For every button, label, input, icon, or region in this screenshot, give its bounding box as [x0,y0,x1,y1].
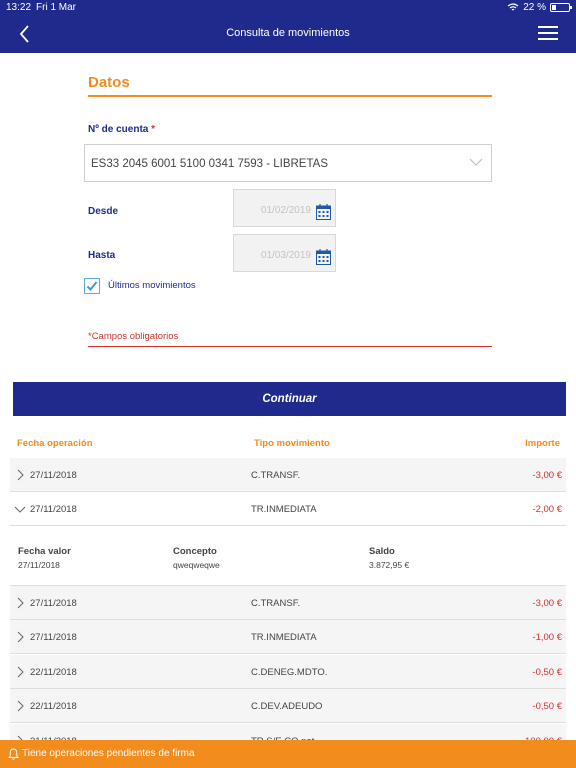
battery-level [552,5,556,10]
value-date: 27/11/2018 [18,560,60,570]
section-title: Datos [88,74,130,91]
table-row[interactable]: 27/11/2018 C.TRANSF. -3,00 € [10,458,566,492]
account-select[interactable]: ES33 2045 6001 5100 0341 7593 - LIBRETAS [84,144,492,182]
table-row[interactable]: 27/11/2018 C.TRANSF. -3,00 € [10,586,566,620]
status-right: 22 % [507,2,572,13]
calendar-icon[interactable] [316,204,331,220]
table-row[interactable]: 27/11/2018 TR.INMEDIATA -1,00 € [10,620,566,654]
account-select-value: ES33 2045 6001 5100 0341 7593 - LIBRETAS [91,158,328,170]
section-divider [88,95,492,97]
battery-percent: 22 % [523,2,546,13]
row-amount: -1,00 € [532,632,562,643]
from-label: Desde [88,206,119,217]
table-row[interactable]: 22/11/2018 C.DENEG.MDTO. -0,50 € [10,655,566,689]
chevron-right-icon [17,469,24,481]
row-date: 27/11/2018 [30,504,77,515]
row-amount: -3,00 € [532,470,562,481]
required-mark: * [151,124,156,135]
row-detail: Fecha valor 27/11/2018 Concepto qweqweqw… [10,527,566,586]
chevron-down-icon [14,506,26,513]
last-movements-checkbox[interactable] [84,278,100,294]
to-label: Hasta [88,250,116,261]
pending-signature-banner[interactable]: Tiene operaciones pendientes de firma [0,740,576,768]
balance-label: Saldo [369,546,395,557]
chevron-down-icon [469,158,483,166]
table-row[interactable]: 27/11/2018 TR.INMEDIATA -2,00 € [10,492,566,526]
page-title: Consulta de movimientos [226,27,350,39]
row-date: 27/11/2018 [30,632,77,643]
to-date-field[interactable]: 01/03/2019 [233,234,336,272]
chevron-right-icon [17,666,24,678]
wifi-icon [507,3,519,11]
battery-tip [570,6,572,9]
app-header: Consulta de movimientos [0,16,576,53]
row-type: C.DENEG.MDTO. [251,667,328,678]
table-row[interactable]: 22/11/2018 C.DEV.ADEUDO -0,50 € [10,689,566,723]
row-date: 22/11/2018 [30,667,77,678]
calendar-icon[interactable] [316,249,331,265]
last-movements-label: Últimos movimientos [108,280,196,291]
row-date: 27/11/2018 [30,598,77,609]
hamburger-icon[interactable] [538,26,558,42]
bell-icon [8,748,19,760]
row-amount: -0,50 € [532,701,562,712]
continue-button[interactable]: Continuar [13,382,566,416]
header-type: Tipo movimiento [254,438,330,449]
chevron-right-icon [17,631,24,643]
row-type: C.TRANSF. [251,470,301,481]
balance-value: 3.872,95 € [369,560,410,570]
battery-icon [550,3,572,12]
required-note-divider [88,346,492,347]
row-type: C.TRANSF. [251,598,301,609]
row-amount: -3,00 € [532,598,562,609]
value-date-label: Fecha valor [18,546,71,557]
checkmark-icon [86,281,98,291]
concept-value: qweqweqwe [173,560,220,570]
header-amount: Importe [525,438,560,449]
account-label: Nº de cuenta * [88,124,155,135]
row-type: TR.INMEDIATA [251,632,317,643]
row-type: TR.INMEDIATA [251,504,317,515]
account-label-text: Nº de cuenta [88,124,149,135]
status-time: 13:22 [6,2,32,13]
chevron-right-icon [17,700,24,712]
chevron-right-icon [17,597,24,609]
table-header: Fecha operación Tipo movimiento Importe [0,432,576,454]
from-date-field[interactable]: 01/02/2019 [233,189,336,227]
header-date: Fecha operación [17,438,93,449]
from-date-value: 01/02/2019 [260,205,311,216]
required-fields-note: *Campos obligatorios [88,331,179,342]
row-type: C.DEV.ADEUDO [251,701,323,712]
status-date: Fri 1 Mar [36,2,76,13]
row-date: 27/11/2018 [30,470,77,481]
row-date: 22/11/2018 [30,701,77,712]
concept-label: Concepto [173,546,217,557]
row-amount: -2,00 € [532,504,562,515]
row-amount: -0,50 € [532,667,562,678]
status-bar: 13:22 Fri 1 Mar 22 % [0,0,576,16]
pending-signature-text: Tiene operaciones pendientes de firma [22,748,195,759]
app-root: 13:22 Fri 1 Mar 22 % Consulta de movimie… [0,0,576,768]
to-date-value: 01/03/2019 [260,250,311,261]
